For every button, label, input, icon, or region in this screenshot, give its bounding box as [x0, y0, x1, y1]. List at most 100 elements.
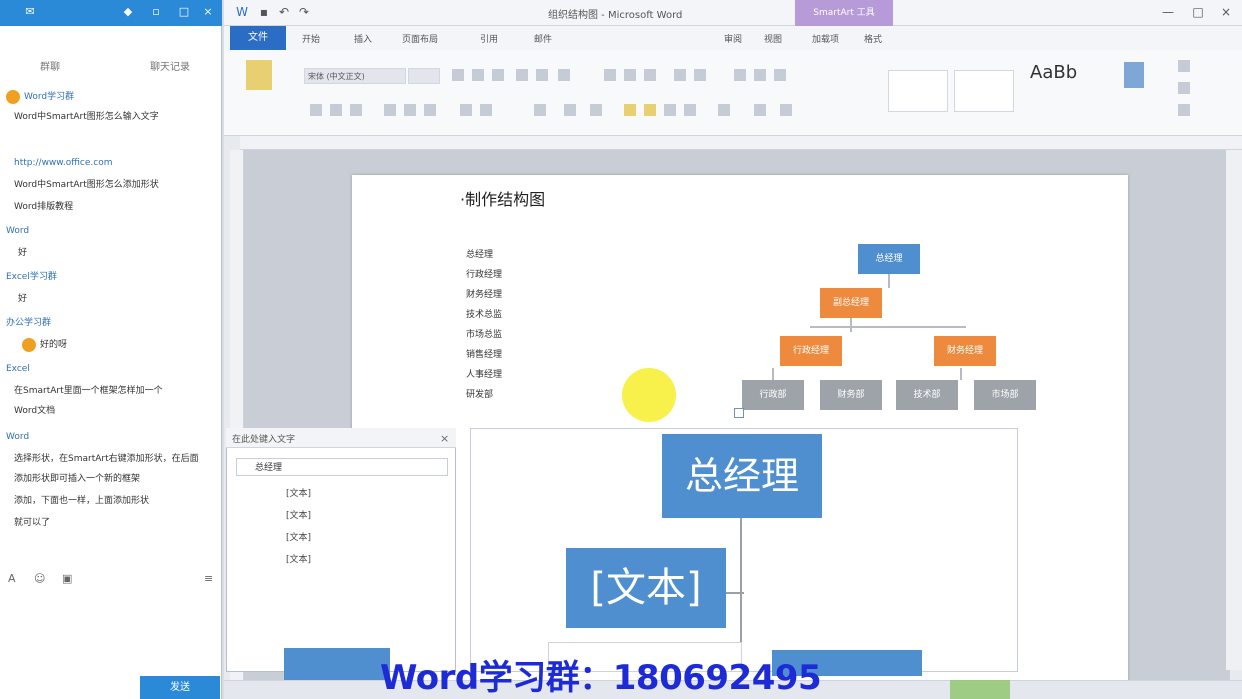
chat-minimize-icon[interactable]: ▫ [150, 6, 162, 18]
font-color-icon[interactable] [534, 104, 546, 116]
tab-view[interactable]: 视图 [764, 32, 782, 45]
align-center-icon[interactable] [644, 104, 656, 116]
chat-tab-group[interactable]: 群聊 [40, 58, 60, 73]
find-icon[interactable] [1178, 60, 1190, 72]
line-spacing-icon[interactable] [718, 104, 730, 116]
change-case-icon[interactable] [492, 69, 504, 81]
zoom-slider[interactable] [950, 680, 1010, 699]
maximize-icon[interactable]: □ [1190, 4, 1206, 20]
redo-icon[interactable]: ↷ [296, 4, 312, 20]
shrink-font-icon[interactable] [472, 69, 484, 81]
org-node-level3[interactable]: 财务部 [820, 380, 882, 410]
tab-references[interactable]: 引用 [480, 32, 498, 45]
align-right-icon[interactable] [664, 104, 676, 116]
font-size-select[interactable] [408, 68, 440, 84]
send-button[interactable]: 发送 [140, 676, 220, 699]
watermark-text: Word学习群：180692495 [380, 658, 822, 698]
org-node-middle[interactable]: 副总经理 [820, 288, 882, 318]
smartart-top-shape[interactable]: 总经理 [662, 434, 822, 518]
tab-insert[interactable]: 插入 [354, 32, 372, 45]
chat-menu-icon[interactable]: ✉ [24, 6, 36, 18]
smartart-assistant-shape[interactable]: [文本] [566, 548, 726, 628]
text-pane-item[interactable]: [文本] [286, 508, 311, 521]
font-icon[interactable]: A [8, 572, 16, 585]
tab-addins[interactable]: 加载项 [812, 32, 839, 45]
text-pane-item[interactable]: [文本] [286, 530, 311, 543]
chat-link[interactable]: http://www.office.com [14, 156, 222, 170]
text-effects-icon[interactable] [460, 104, 472, 116]
shading-icon[interactable] [754, 104, 766, 116]
chat-message: Word排版教程 [14, 202, 74, 212]
style-no-spacing[interactable] [954, 70, 1014, 112]
tab-home[interactable]: 开始 [302, 32, 320, 45]
tab-format[interactable]: 格式 [864, 32, 882, 45]
multilevel-list-icon[interactable] [644, 69, 656, 81]
paste-icon[interactable] [246, 60, 272, 90]
change-styles-icon[interactable] [1124, 62, 1144, 88]
grow-font-icon[interactable] [452, 69, 464, 81]
clear-format-icon[interactable] [516, 69, 528, 81]
image-icon[interactable]: ▣ [62, 572, 72, 585]
align-left-icon[interactable] [624, 104, 636, 116]
strikethrough-icon[interactable] [384, 104, 396, 116]
text-pane-item[interactable]: [文本] [286, 552, 311, 565]
border-char-icon[interactable] [558, 69, 570, 81]
connector-line [888, 274, 890, 288]
chat-message: Word中SmartArt图形怎么输入文字 [14, 112, 159, 122]
subscript-icon[interactable] [404, 104, 416, 116]
history-icon[interactable]: ≡ [204, 572, 213, 585]
text-pane-item-input[interactable]: 总经理 [236, 458, 448, 476]
text-pane-item[interactable]: [文本] [286, 486, 311, 499]
select-icon[interactable] [1178, 104, 1190, 116]
chinese-layout-icon[interactable] [734, 69, 746, 81]
increase-indent-icon[interactable] [694, 69, 706, 81]
horizontal-ruler[interactable] [240, 136, 1242, 150]
resize-handle[interactable] [734, 408, 744, 418]
tab-mailings[interactable]: 邮件 [534, 32, 552, 45]
close-icon[interactable]: × [440, 432, 449, 445]
connector-line [772, 368, 774, 380]
underline-icon[interactable] [350, 104, 362, 116]
bullets-icon[interactable] [604, 69, 616, 81]
close-icon[interactable]: × [1218, 4, 1234, 20]
emoji-picker-icon[interactable]: ☺ [34, 572, 45, 585]
org-node-level3[interactable]: 市场部 [974, 380, 1036, 410]
doc-line: 总经理 [466, 250, 494, 260]
emoji-icon [22, 338, 36, 352]
minimize-icon[interactable]: — [1160, 4, 1176, 20]
org-node-level2[interactable]: 财务经理 [934, 336, 996, 366]
tab-layout[interactable]: 页面布局 [402, 32, 438, 45]
justify-icon[interactable] [684, 104, 696, 116]
enclose-char-icon[interactable] [590, 104, 602, 116]
vertical-scrollbar[interactable] [1226, 150, 1242, 670]
undo-icon[interactable]: ↶ [276, 4, 292, 20]
org-node-level3[interactable]: 技术部 [896, 380, 958, 410]
font-name-select[interactable]: 宋体 (中文正文) [304, 68, 406, 84]
italic-icon[interactable] [330, 104, 342, 116]
tab-file[interactable]: 文件 [230, 26, 286, 50]
sort-icon[interactable] [754, 69, 766, 81]
chat-close-icon[interactable]: × [202, 6, 214, 18]
style-normal[interactable] [888, 70, 948, 112]
show-marks-icon[interactable] [774, 69, 786, 81]
superscript-icon[interactable] [424, 104, 436, 116]
phonetic-icon[interactable] [536, 69, 548, 81]
replace-icon[interactable] [1178, 82, 1190, 94]
char-shading-icon[interactable] [564, 104, 576, 116]
tab-review[interactable]: 审阅 [724, 32, 742, 45]
highlight-icon[interactable] [480, 104, 492, 116]
style-heading-sample[interactable]: AaBb [1030, 62, 1077, 83]
chat-sender: Excel学习群 [6, 272, 57, 282]
borders-icon[interactable] [780, 104, 792, 116]
decrease-indent-icon[interactable] [674, 69, 686, 81]
org-node-top[interactable]: 总经理 [858, 244, 920, 274]
chat-tab-history[interactable]: 聊天记录 [150, 58, 190, 73]
chat-pin-icon[interactable]: ◆ [122, 6, 134, 18]
org-node-level3[interactable]: 行政部 [742, 380, 804, 410]
org-node-level2[interactable]: 行政经理 [780, 336, 842, 366]
chat-message: 就可以了 [14, 518, 51, 528]
numbering-icon[interactable] [624, 69, 636, 81]
chat-maximize-icon[interactable]: □ [178, 6, 190, 18]
bold-icon[interactable] [310, 104, 322, 116]
save-icon[interactable]: ▪ [256, 4, 272, 20]
